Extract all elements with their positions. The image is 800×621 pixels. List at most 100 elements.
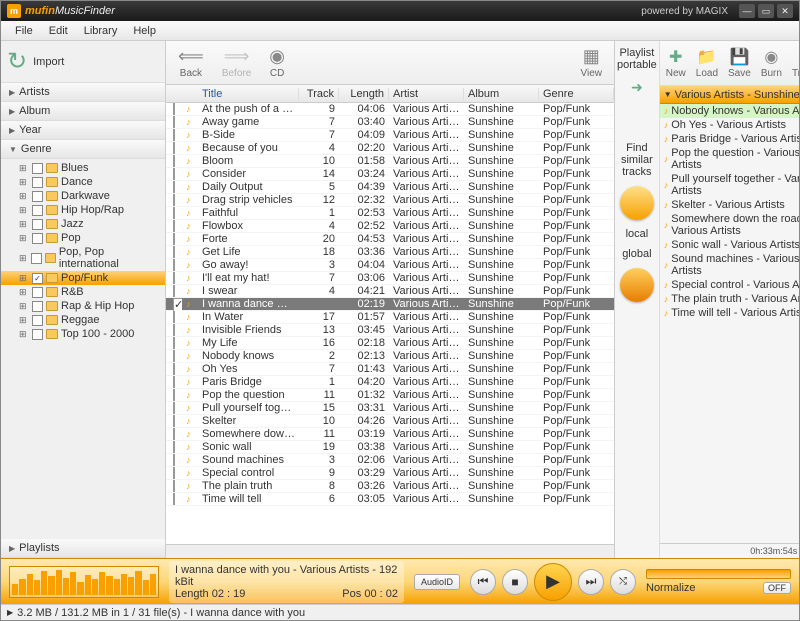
row-checkbox[interactable] xyxy=(173,467,175,479)
playlist-item[interactable]: ♪Sonic wall - Various Artists xyxy=(660,238,799,252)
row-checkbox[interactable] xyxy=(173,168,175,180)
row-checkbox[interactable] xyxy=(173,480,175,492)
checkbox[interactable] xyxy=(32,329,43,340)
checkbox[interactable] xyxy=(32,177,43,188)
table-row[interactable]: ♪Faithful102:53Various ArtistsSunshinePo… xyxy=(166,207,614,220)
table-row[interactable]: ♪Sound machines302:06Various ArtistsSuns… xyxy=(166,454,614,467)
table-row[interactable]: ♪Away game703:40Various ArtistsSunshineP… xyxy=(166,116,614,129)
playlist-item[interactable]: ♪Time will tell - Various Artists xyxy=(660,306,799,320)
col-track[interactable]: Track xyxy=(299,88,339,100)
checkbox[interactable] xyxy=(32,163,43,174)
checkbox[interactable]: ✓ xyxy=(32,273,43,284)
checkbox[interactable] xyxy=(32,219,43,230)
tree-toggle-icon[interactable]: ⊞ xyxy=(19,177,29,188)
table-row[interactable]: ♪I'll eat my hat!703:06Various ArtistsSu… xyxy=(166,272,614,285)
genre-blues[interactable]: ⊞Blues xyxy=(1,161,165,175)
table-row[interactable]: ♪B-Side704:09Various ArtistsSunshinePop/… xyxy=(166,129,614,142)
menu-help[interactable]: Help xyxy=(125,23,164,39)
col-genre[interactable]: Genre xyxy=(539,88,614,100)
col-title[interactable]: Title xyxy=(198,88,299,100)
row-checkbox[interactable] xyxy=(173,376,175,388)
genre-pop-pop-international[interactable]: ⊞Pop, Pop international xyxy=(1,245,165,271)
row-checkbox[interactable] xyxy=(173,285,175,297)
burn-button[interactable]: ◉Burn xyxy=(757,45,786,81)
view-button[interactable]: ▦View xyxy=(577,44,607,81)
table-row[interactable]: ♪Get Life1803:36Various ArtistsSunshineP… xyxy=(166,246,614,259)
tree-toggle-icon[interactable]: ⊞ xyxy=(19,163,29,174)
genre-darkwave[interactable]: ⊞Darkwave xyxy=(1,189,165,203)
genre-dance[interactable]: ⊞Dance xyxy=(1,175,165,189)
close-button[interactable]: ✕ xyxy=(777,4,793,18)
table-row[interactable]: ♪Invisible Friends1303:45Various Artists… xyxy=(166,324,614,337)
table-row[interactable]: ♪Sonic wall1903:38Various ArtistsSunshin… xyxy=(166,441,614,454)
play-button[interactable]: ▶ xyxy=(534,563,572,601)
genre-jazz[interactable]: ⊞Jazz xyxy=(1,217,165,231)
tree-toggle-icon[interactable]: ⊞ xyxy=(19,233,29,244)
back-button[interactable]: ⟸Back xyxy=(174,44,208,81)
playlist-item[interactable]: ♪Special control - Various Artists xyxy=(660,278,799,292)
row-checkbox[interactable] xyxy=(173,428,175,440)
row-checkbox[interactable] xyxy=(173,441,175,453)
col-album[interactable]: Album xyxy=(464,88,539,100)
tree-toggle-icon[interactable]: ⊞ xyxy=(19,301,29,312)
playlist-item[interactable]: ♪Somewhere down the road - Various Artis… xyxy=(660,212,799,238)
row-checkbox[interactable] xyxy=(173,246,175,258)
before-button[interactable]: ⟹Before xyxy=(218,44,255,81)
genre-top-100-2000[interactable]: ⊞Top 100 - 2000 xyxy=(1,327,165,341)
checkbox[interactable] xyxy=(32,301,43,312)
row-checkbox[interactable] xyxy=(173,324,175,336)
tree-toggle-icon[interactable]: ⊞ xyxy=(19,253,28,264)
track-grid[interactable]: ♪At the push of a button904:06Various Ar… xyxy=(166,103,614,544)
table-row[interactable]: ♪My Life1602:18Various ArtistsSunshinePo… xyxy=(166,337,614,350)
save-button[interactable]: 💾Save xyxy=(724,45,755,81)
table-row[interactable]: ✓♪I wanna dance with you02:19Various Art… xyxy=(166,298,614,311)
transfer-button[interactable]: ↻Transfer xyxy=(788,45,799,81)
table-row[interactable]: ♪Bloom1001:58Various ArtistsSunshinePop/… xyxy=(166,155,614,168)
checkbox[interactable] xyxy=(32,233,43,244)
checkbox[interactable] xyxy=(32,315,43,326)
tree-toggle-icon[interactable]: ⊞ xyxy=(19,205,29,216)
row-checkbox[interactable] xyxy=(173,116,175,128)
table-row[interactable]: ♪Somewhere down th…1103:19Various Artist… xyxy=(166,428,614,441)
playlist-item[interactable]: ♪Oh Yes - Various Artists xyxy=(660,118,799,132)
portable-arrow-icon[interactable]: ➜ xyxy=(631,79,643,96)
row-checkbox[interactable] xyxy=(173,142,175,154)
genre-rap-hip-hop[interactable]: ⊞Rap & Hip Hop xyxy=(1,299,165,313)
table-row[interactable]: ♪Consider1403:24Various ArtistsSunshineP… xyxy=(166,168,614,181)
progress-slider[interactable] xyxy=(646,569,791,579)
table-row[interactable]: ♪Go away!304:04Various ArtistsSunshinePo… xyxy=(166,259,614,272)
import-button[interactable]: ↻ Import xyxy=(1,41,165,83)
row-checkbox[interactable] xyxy=(173,233,175,245)
normalize-label[interactable]: Normalize xyxy=(646,582,696,594)
menu-file[interactable]: File xyxy=(7,23,41,39)
playlist-item[interactable]: ♪Pop the question - Various Artists xyxy=(660,146,799,172)
checkbox[interactable] xyxy=(32,205,43,216)
row-checkbox[interactable] xyxy=(173,220,175,232)
table-row[interactable]: ♪I swear404:21Various ArtistsSunshinePop… xyxy=(166,285,614,298)
genre-reggae[interactable]: ⊞Reggae xyxy=(1,313,165,327)
row-checkbox[interactable] xyxy=(173,389,175,401)
row-checkbox[interactable] xyxy=(173,454,175,466)
row-checkbox[interactable] xyxy=(173,350,175,362)
tree-toggle-icon[interactable]: ⊞ xyxy=(19,273,29,284)
genre-r-b[interactable]: ⊞R&B xyxy=(1,285,165,299)
row-checkbox[interactable] xyxy=(173,155,175,167)
prev-button[interactable]: ⏮ xyxy=(470,569,496,595)
normalize-toggle[interactable]: OFF xyxy=(763,582,791,594)
load-button[interactable]: 📁Load xyxy=(692,45,722,81)
genre-tree[interactable]: ⊞Blues⊞Dance⊞Darkwave⊞Hip Hop/Rap⊞Jazz⊞P… xyxy=(1,159,165,539)
playlist-item[interactable]: ♪Skelter - Various Artists xyxy=(660,198,799,212)
row-checkbox[interactable] xyxy=(173,103,175,115)
new-button[interactable]: ✚New xyxy=(662,45,690,81)
table-row[interactable]: ♪Pull yourself together1503:31Various Ar… xyxy=(166,402,614,415)
table-row[interactable]: ♪Skelter1004:26Various ArtistsSunshinePo… xyxy=(166,415,614,428)
row-checkbox[interactable] xyxy=(173,259,175,271)
row-checkbox[interactable] xyxy=(173,181,175,193)
checkbox[interactable] xyxy=(31,253,41,264)
tree-toggle-icon[interactable]: ⊞ xyxy=(19,287,29,298)
menu-library[interactable]: Library xyxy=(76,23,126,39)
tree-toggle-icon[interactable]: ⊞ xyxy=(19,329,29,340)
shuffle-button[interactable]: ⤭ xyxy=(610,569,636,595)
horizontal-scrollbar[interactable] xyxy=(166,544,614,558)
playlist[interactable]: ♪Nobody knows - Various Artists♪Oh Yes -… xyxy=(660,104,799,543)
